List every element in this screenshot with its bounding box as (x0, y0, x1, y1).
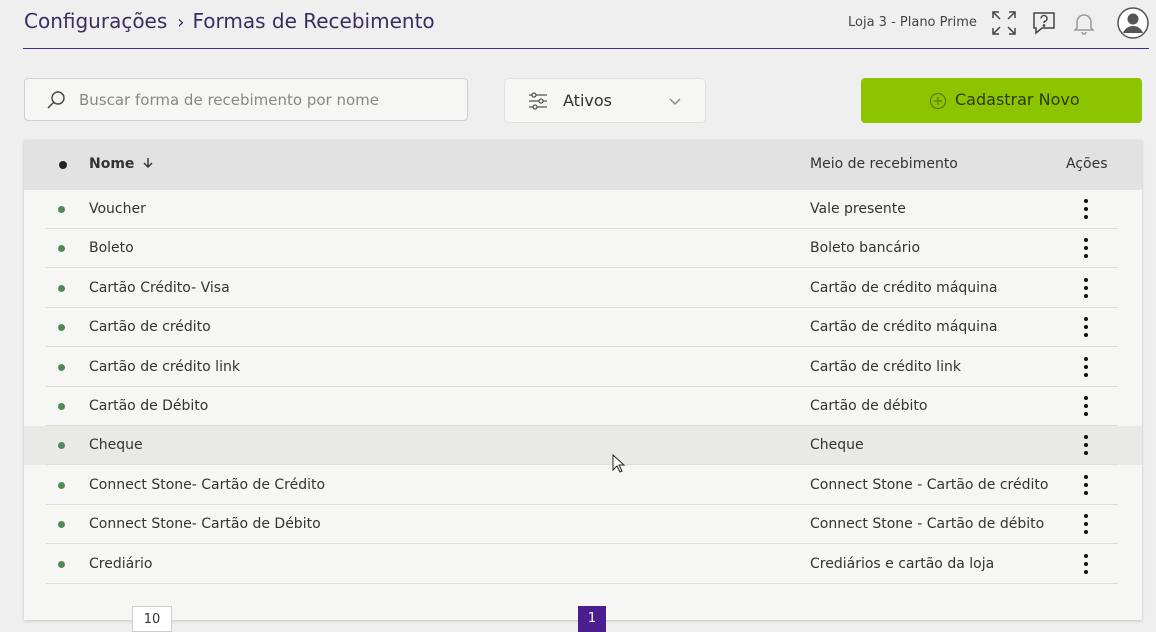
status-active-dot (58, 481, 65, 489)
row-name: Cartão de crédito (89, 319, 211, 336)
row-actions-menu-icon[interactable] (1076, 314, 1096, 340)
pagination: 10 1 (24, 606, 1142, 632)
row-name: Crediário (89, 555, 153, 572)
table-row[interactable]: Boleto Boleto bancário (24, 229, 1142, 269)
status-filter-select[interactable]: Ativos (504, 78, 706, 123)
row-name: Voucher (89, 201, 146, 217)
row-actions-menu-icon[interactable] (1076, 275, 1096, 301)
bell-icon[interactable] (1070, 9, 1098, 37)
row-actions-menu-icon[interactable] (1076, 354, 1096, 380)
status-active-dot (58, 284, 65, 292)
row-name: Boleto (89, 240, 134, 257)
row-name: Cheque (89, 437, 143, 454)
row-name: Cartão de crédito link (89, 358, 240, 375)
row-method: Connect Stone - Cartão de débito (810, 516, 1045, 533)
status-filter-value: Ativos (563, 91, 612, 110)
row-method: Vale presente (810, 201, 906, 217)
help-icon[interactable] (1030, 9, 1058, 37)
row-method: Cartão de crédito link (810, 358, 961, 375)
header-divider (23, 48, 1149, 49)
status-active-dot (58, 521, 65, 529)
status-active-dot (58, 560, 65, 568)
column-header-name[interactable]: Nome (89, 156, 154, 172)
per-page-select[interactable]: 10 (132, 606, 172, 632)
table-row[interactable]: Cheque Cheque (24, 426, 1142, 466)
row-method: Cartão de crédito máquina (810, 279, 998, 296)
table-header: Nome Meio de recebimento Ações (24, 140, 1142, 190)
row-actions-menu-icon[interactable] (1076, 472, 1096, 498)
top-bar: Configurações › Formas de Recebimento Loja… (0, 0, 1156, 50)
status-active-dot (58, 403, 65, 410)
add-payment-method-button[interactable]: Cadastrar Novo (861, 78, 1142, 123)
table-row[interactable]: Cartão de Débito Cartão de débito (24, 387, 1142, 426)
row-actions-menu-icon[interactable] (1076, 511, 1096, 537)
page-title: Formas de Recebimento (192, 9, 435, 33)
table-row[interactable]: Crediário Crediários e cartão da loja (24, 545, 1142, 584)
search-box (24, 78, 468, 121)
chevron-down-icon (667, 93, 683, 109)
row-method: Cartão de débito (810, 398, 928, 414)
column-header-actions: Ações (1066, 156, 1108, 172)
row-name: Connect Stone- Cartão de Crédito (89, 476, 326, 493)
add-payment-method-label: Cadastrar Novo (955, 90, 1080, 109)
fullscreen-icon[interactable] (990, 9, 1018, 37)
column-header-method: Meio de recebimento (810, 156, 958, 172)
chevron-right-icon: › (177, 12, 185, 33)
search-icon (45, 89, 67, 111)
status-active-dot (58, 324, 65, 332)
table-row[interactable]: Connect Stone- Cartão de Crédito Connect … (24, 466, 1142, 505)
row-method: Boleto bancário (810, 240, 921, 257)
mouse-cursor-icon (612, 453, 626, 474)
row-name: Cartão Crédito- Visa (89, 279, 230, 296)
table-row[interactable]: Voucher Vale presente (24, 190, 1142, 229)
table-row[interactable]: Cartão de crédito Cartão de crédito máqui… (24, 308, 1142, 348)
status-active-dot (58, 363, 65, 371)
sliders-icon (527, 90, 549, 112)
row-actions-menu-icon[interactable] (1076, 551, 1096, 577)
row-method: Connect Stone - Cartão de crédito (810, 476, 1049, 493)
status-active-dot (58, 245, 65, 253)
status-active-dot (58, 206, 65, 213)
row-actions-menu-icon[interactable] (1076, 196, 1096, 222)
row-method: Crediários e cartão da loja (810, 555, 995, 572)
search-input[interactable] (79, 79, 459, 120)
sort-arrow-down-icon (143, 158, 153, 168)
page-button-current[interactable]: 1 (578, 606, 606, 632)
payment-methods-table: Nome Meio de recebimento Ações Voucher Va… (24, 140, 1142, 632)
table-row[interactable]: Cartão de crédito link Cartão de crédito … (24, 348, 1142, 387)
row-name: Cartão de Débito (89, 398, 209, 414)
column-header-name-label: Nome (89, 156, 135, 172)
row-method: Cheque (810, 437, 864, 454)
status-column-dot (59, 161, 67, 169)
row-divider (46, 582, 1118, 584)
plus-circle-icon (929, 92, 947, 110)
status-active-dot (58, 442, 65, 450)
row-name: Connect Stone- Cartão de Débito (89, 516, 321, 533)
row-method: Cartão de crédito máquina (810, 319, 998, 336)
table-row[interactable]: Connect Stone- Cartão de Débito Connect S… (24, 505, 1142, 545)
row-actions-menu-icon[interactable] (1076, 393, 1096, 419)
store-plan-label[interactable]: Loja 3 - Plano Prime (848, 15, 977, 30)
avatar[interactable] (1117, 7, 1149, 39)
breadcrumb: Configurações › Formas de Recebimento (24, 9, 435, 33)
table-row[interactable]: Cartão Crédito- Visa Cartão de crédito má… (24, 269, 1142, 308)
breadcrumb-root[interactable]: Configurações (24, 9, 167, 33)
row-actions-menu-icon[interactable] (1076, 235, 1096, 261)
row-actions-menu-icon[interactable] (1076, 432, 1096, 458)
